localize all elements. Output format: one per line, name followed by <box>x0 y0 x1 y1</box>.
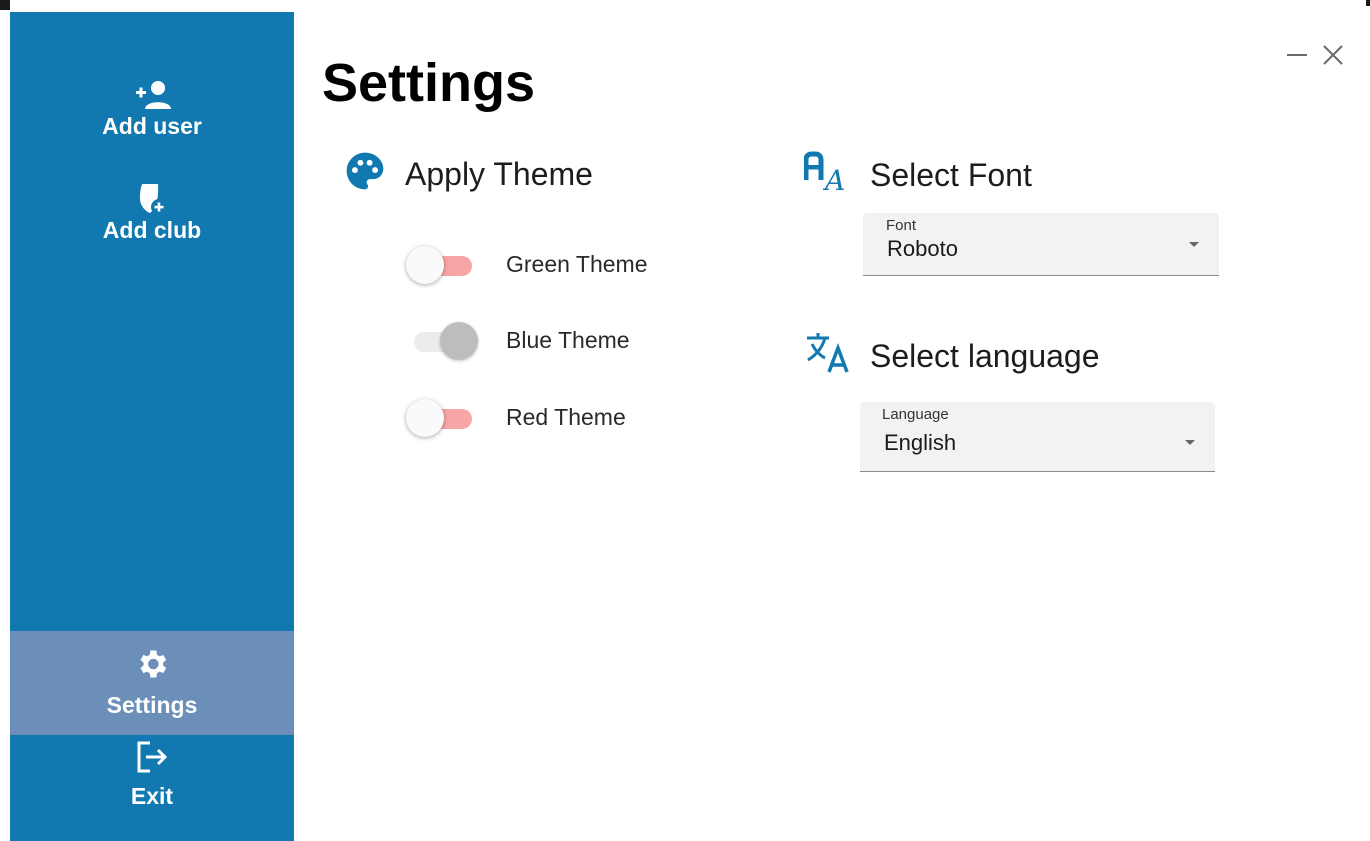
sidebar: Add user Add club Settings Exit <box>10 12 294 841</box>
language-select[interactable]: Language English <box>860 402 1215 472</box>
font-icon: A <box>803 150 852 199</box>
chevron-down-icon <box>1185 440 1195 445</box>
close-icon[interactable] <box>1320 42 1346 68</box>
blue-theme-toggle[interactable] <box>406 320 478 360</box>
font-select-value: Roboto <box>887 236 958 261</box>
sidebar-item-exit[interactable]: Exit <box>10 740 294 840</box>
select-language-header: Select language <box>804 330 1100 381</box>
font-select-caption: Font <box>886 217 917 234</box>
add-club-shield-icon <box>132 182 172 216</box>
window-controls <box>1284 42 1346 68</box>
select-language-label: Select language <box>870 337 1100 374</box>
sidebar-item-label: Add user <box>102 113 202 139</box>
green-theme-row: Green Theme <box>406 244 647 284</box>
svg-text:A: A <box>822 164 845 194</box>
apply-theme-header: Apply Theme <box>343 149 593 198</box>
sidebar-item-add-user[interactable]: Add user <box>10 78 294 178</box>
add-user-icon <box>130 78 174 112</box>
apply-theme-label: Apply Theme <box>405 155 593 192</box>
blue-theme-label: Blue Theme <box>506 326 630 353</box>
select-font-header: A Select Font <box>803 150 1032 199</box>
page-title: Settings <box>322 53 536 113</box>
blue-theme-row: Blue Theme <box>406 320 630 360</box>
minimize-icon[interactable] <box>1284 42 1310 68</box>
settings-window: Add user Add club Settings Exit Settings… <box>0 0 1370 841</box>
exit-icon <box>132 740 172 774</box>
select-font-label: Select Font <box>870 156 1032 193</box>
green-theme-label: Green Theme <box>506 250 648 277</box>
red-theme-label: Red Theme <box>506 403 626 430</box>
language-select-caption: Language <box>882 406 949 423</box>
green-theme-toggle[interactable] <box>406 244 476 284</box>
sidebar-item-settings[interactable]: Settings <box>10 631 294 735</box>
red-theme-row: Red Theme <box>406 397 626 437</box>
red-theme-toggle[interactable] <box>406 397 476 437</box>
window-corner-right <box>1366 0 1370 6</box>
sidebar-item-label: Add club <box>102 217 202 243</box>
window-corner <box>0 0 10 10</box>
sidebar-item-label: Exit <box>130 783 174 809</box>
sidebar-item-label: Settings <box>106 692 198 718</box>
gear-icon <box>134 647 170 681</box>
language-select-value: English <box>884 430 957 455</box>
translate-icon <box>804 330 852 381</box>
font-select[interactable]: Font Roboto <box>863 213 1219 276</box>
sidebar-item-add-club[interactable]: Add club <box>10 182 294 277</box>
palette-icon <box>343 149 387 198</box>
chevron-down-icon <box>1189 242 1199 247</box>
